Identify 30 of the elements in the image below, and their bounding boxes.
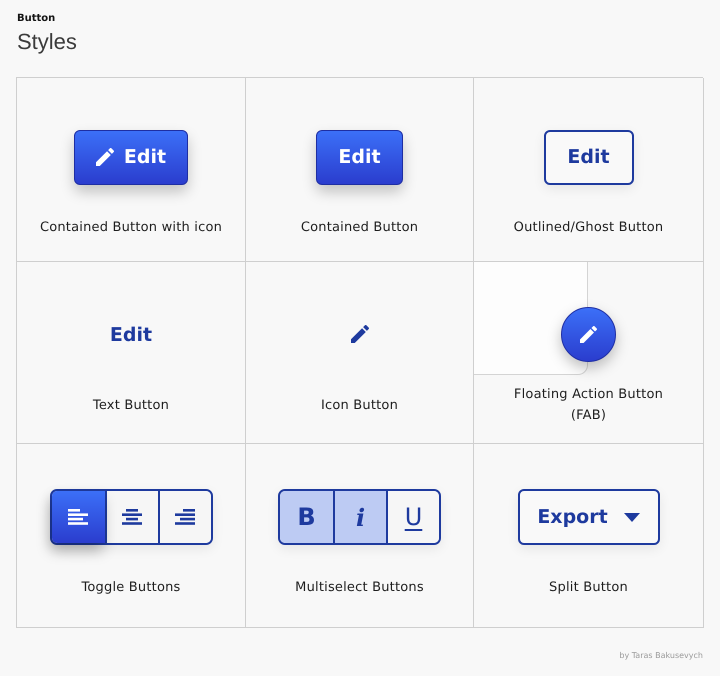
caption: Multiselect Buttons — [295, 578, 424, 596]
caption: Text Button — [92, 396, 170, 414]
edit-button[interactable]: Edit — [102, 320, 160, 350]
author-credit: by Taras Bakusevych — [619, 651, 703, 661]
align-right-icon — [175, 509, 195, 525]
align-left-icon — [68, 509, 88, 525]
section-label: Button — [17, 13, 56, 25]
align-left-button[interactable] — [52, 491, 104, 543]
caption: Outlined/Ghost Button — [514, 218, 664, 236]
pencil-icon — [350, 325, 368, 343]
underline-toggle[interactable]: U — [386, 491, 439, 543]
split-button[interactable]: Export — [518, 489, 660, 545]
edit-button[interactable]: Edit — [544, 130, 634, 184]
caption: Floating Action Button (FAB) — [512, 386, 664, 425]
pencil-icon — [580, 326, 597, 342]
caption: Toggle Buttons — [81, 578, 181, 596]
page-title: Styles — [17, 29, 77, 55]
edit-button[interactable]: Edit — [316, 130, 403, 184]
align-center-button[interactable] — [104, 491, 158, 543]
caption: Contained Button with icon — [40, 218, 222, 236]
caret-down-icon — [624, 512, 640, 522]
align-center-icon — [122, 509, 142, 525]
caption: Split Button — [549, 578, 628, 596]
italic-toggle[interactable]: i — [333, 491, 386, 543]
floating-action-button[interactable] — [561, 306, 616, 362]
edit-button[interactable]: Edit — [74, 130, 188, 184]
caption: Contained Button — [300, 218, 418, 236]
caption: Icon Button — [320, 396, 398, 414]
align-right-button[interactable] — [158, 491, 210, 543]
bold-toggle[interactable]: B — [280, 491, 333, 543]
